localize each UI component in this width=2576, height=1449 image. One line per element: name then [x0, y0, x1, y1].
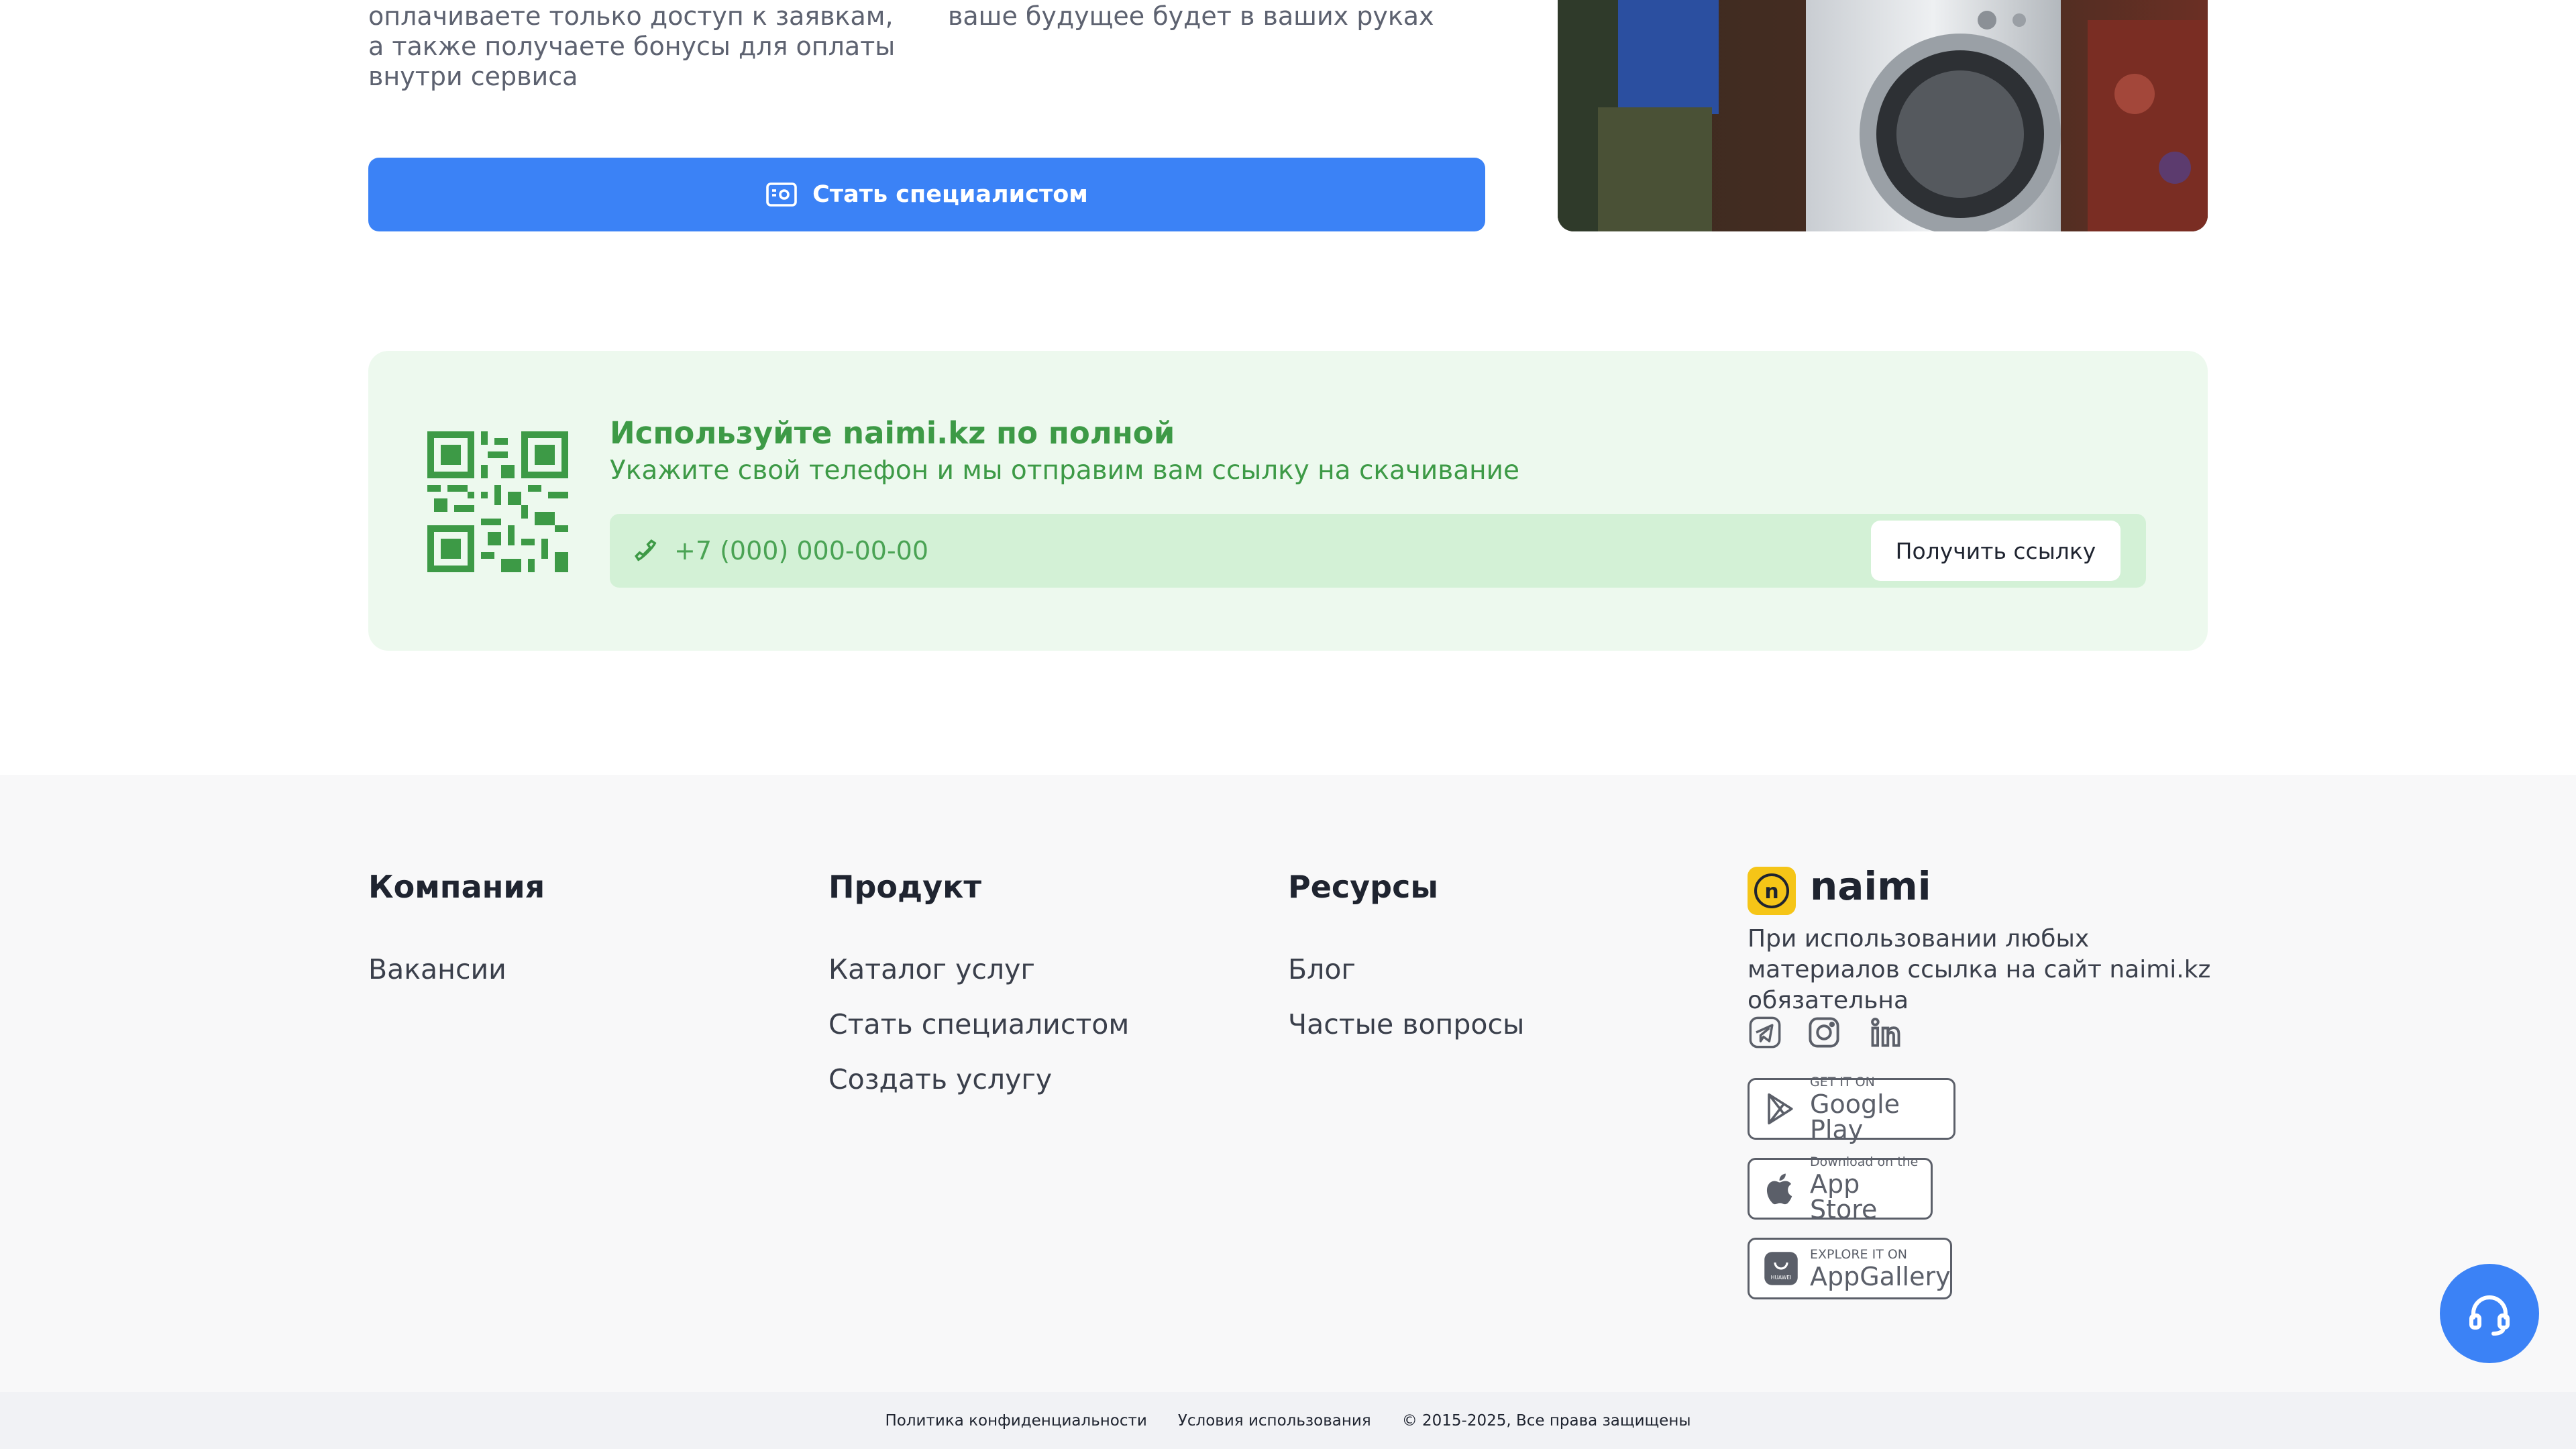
footer-link-vacancies[interactable]: Вакансии: [368, 953, 506, 985]
telegram-icon[interactable]: [1748, 1015, 1782, 1050]
get-link-button[interactable]: Получить ссылку: [1871, 521, 2121, 581]
app-promo-subtitle: Укажите свой телефон и мы отправим вам с…: [610, 455, 1519, 486]
app-gallery-badge[interactable]: HUAWEI EXPLORE IT ON AppGallery: [1748, 1238, 1952, 1299]
headset-icon: [2469, 1295, 2510, 1336]
app-store-small: Download on the: [1810, 1154, 1919, 1169]
footer-link-faq[interactable]: Частые вопросы: [1288, 1008, 1524, 1040]
footer-link-become-specialist[interactable]: Стать специалистом: [828, 1008, 1129, 1040]
apple-icon: [1766, 1173, 1792, 1205]
brand-note: При использовании любых материалов ссылк…: [1748, 925, 2211, 1014]
become-specialist-button[interactable]: Стать специалистом: [368, 158, 1485, 231]
become-specialist-label: Стать специалистом: [812, 181, 1088, 208]
app-store-badge[interactable]: Download on the App Store: [1748, 1154, 1933, 1224]
linkedin-icon[interactable]: [1868, 1015, 1903, 1050]
google-play-icon: [1768, 1093, 1793, 1125]
app-download-card: Используйте naimi.kz по полной Укажите с…: [368, 351, 2208, 651]
app-promo-title: Используйте naimi.kz по полной: [610, 415, 1175, 451]
footer-product-title: Продукт: [828, 869, 982, 905]
huawei-appgallery-icon: HUAWEI: [1764, 1252, 1798, 1285]
naimi-logo-letter: n: [1764, 880, 1778, 904]
instagram-icon[interactable]: [1807, 1015, 1841, 1050]
app-gallery-big: AppGallery: [1810, 1261, 1951, 1291]
support-chat-button[interactable]: [2440, 1264, 2539, 1363]
google-play-big: Google Play: [1810, 1089, 1900, 1144]
specialist-future-text: ваше будущее будет в ваших руках: [948, 1, 1434, 31]
footer-link-blog[interactable]: Блог: [1288, 953, 1356, 985]
brand-name: naimi: [1810, 863, 1931, 909]
footer-link-create-service[interactable]: Создать услугу: [828, 1063, 1052, 1095]
copyright-text: © 2015-2025, Все права защищены: [1401, 1411, 1691, 1430]
google-play-small: GET IT ON: [1810, 1074, 1875, 1089]
phone-input-group: Получить ссылку: [610, 514, 2146, 588]
footer-company-title: Компания: [368, 869, 545, 905]
footer-bottom-bar: Политика конфиденциальности Условия испо…: [0, 1392, 2576, 1449]
privacy-policy-link[interactable]: Политика конфиденциальности: [885, 1412, 1146, 1430]
specialist-benefit-text: оплачиваете только доступ к заявкам, а т…: [368, 1, 896, 91]
qr-code-icon: [427, 431, 568, 572]
terms-of-use-link[interactable]: Условия использования: [1178, 1412, 1371, 1430]
google-play-badge[interactable]: GET IT ON Google Play: [1748, 1074, 1955, 1144]
footer: Компания Вакансии Продукт Каталог услуг …: [0, 775, 2576, 1392]
id-card-icon: [766, 182, 797, 207]
naimi-logo[interactable]: n: [1748, 867, 1796, 915]
footer-resources-title: Ресурсы: [1288, 869, 1438, 905]
phone-icon: [634, 539, 657, 561]
app-store-big: App Store: [1810, 1169, 1878, 1224]
huawei-logo-text: HUAWEI: [1771, 1275, 1792, 1281]
specialist-photo: [1558, 0, 2208, 231]
app-gallery-small: EXPLORE IT ON: [1810, 1246, 1908, 1262]
phone-input[interactable]: [674, 527, 1680, 574]
footer-link-catalog[interactable]: Каталог услуг: [828, 953, 1035, 985]
